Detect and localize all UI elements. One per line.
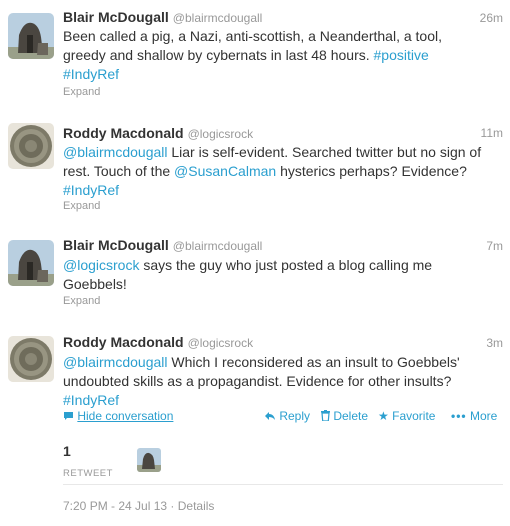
trash-icon — [321, 410, 330, 422]
tweet-meta: 7:20 PM - 24 Jul 13 · Details — [63, 499, 214, 513]
display-name[interactable]: Blair McDougall — [63, 237, 169, 253]
mention-link[interactable]: @blairmcdougall — [63, 144, 167, 160]
tweet-3[interactable]: Blair McDougall @blairmcdougall 7m @logic… — [0, 224, 510, 325]
retweet-label: RETWEET — [63, 468, 113, 479]
tweet-text-line: hysterics perhaps? Evidence? — [280, 163, 467, 179]
username[interactable]: @blairmcdougall — [173, 11, 263, 25]
delete-label: Delete — [333, 409, 369, 423]
star-icon: ★ — [378, 409, 389, 423]
delete-button[interactable]: Delete — [321, 409, 368, 423]
tweet-text: Been called a pig, a Nazi, anti-scottish… — [63, 27, 503, 84]
mention-link[interactable]: @logicsrock — [63, 257, 139, 273]
full-timestamp[interactable]: 7:20 PM - 24 Jul 13 — [63, 499, 167, 513]
details-link[interactable]: Details — [178, 499, 215, 513]
tweet-timestamp[interactable]: 3m — [486, 336, 503, 350]
tweet-text-line: undoubted skills as a propagandist. Evid… — [63, 373, 452, 389]
retweet-stats[interactable]: 1 RETWEET — [63, 443, 113, 479]
tweet-text-line: says the guy who just posted a blog call… — [143, 257, 433, 273]
username[interactable]: @logicsrock — [188, 336, 254, 350]
tweet-text-line: Goebbels! — [63, 276, 127, 292]
display-name[interactable]: Roddy Macdonald — [63, 334, 184, 350]
hide-conversation-link[interactable]: Hide conversation — [63, 409, 173, 423]
more-button[interactable]: ••• More — [451, 409, 497, 423]
hashtag-link[interactable]: #IndyRef — [63, 392, 119, 408]
more-label: More — [469, 409, 498, 423]
tweet-text-line: greedy and shallow by cybernats in last … — [63, 47, 370, 63]
divider — [63, 484, 503, 485]
favorite-button[interactable]: ★ Favorite — [378, 409, 435, 423]
mention-link[interactable]: @SusanCalman — [174, 163, 276, 179]
tweet-1[interactable]: Blair McDougall @blairmcdougall 26m Been … — [0, 0, 510, 107]
tweet-text-line: Been called a pig, a Nazi, anti-scottish… — [63, 28, 442, 44]
avatar-blair[interactable] — [8, 240, 54, 286]
hashtag-link[interactable]: #IndyRef — [63, 182, 119, 198]
tweet-text-line: rest. Touch of the — [63, 163, 171, 179]
expand-link[interactable]: Expand — [63, 295, 100, 307]
tweet-text-line: Liar is self-evident. Searched twitter b… — [171, 144, 482, 160]
hashtag-link[interactable]: #positive — [374, 47, 429, 63]
hashtag-link[interactable]: #IndyRef — [63, 66, 119, 82]
tweet-text: @blairmcdougall Liar is self-evident. Se… — [63, 143, 503, 200]
reply-icon — [265, 412, 275, 420]
tweet-timestamp[interactable]: 26m — [480, 11, 503, 25]
speech-bubble-icon — [64, 412, 73, 420]
tweet-timestamp[interactable]: 7m — [486, 239, 503, 253]
retweeter-avatar[interactable] — [137, 448, 161, 472]
reply-label: Reply — [279, 409, 311, 423]
avatar-roddy[interactable] — [8, 336, 54, 382]
expand-link[interactable]: Expand — [63, 200, 100, 212]
ellipsis-icon: ••• — [451, 409, 467, 423]
display-name[interactable]: Roddy Macdonald — [63, 125, 184, 141]
tweet-2[interactable]: Roddy Macdonald @logicsrock 11m @blairmcd… — [0, 106, 510, 225]
username[interactable]: @logicsrock — [188, 127, 254, 141]
tweet-text: @logicsrock says the guy who just posted… — [63, 256, 503, 294]
tweet-text-line: Which I reconsidered as an insult to Goe… — [171, 354, 460, 370]
username[interactable]: @blairmcdougall — [173, 239, 263, 253]
hide-conversation-label: Hide conversation — [77, 409, 174, 423]
avatar-roddy[interactable] — [8, 123, 54, 169]
reply-button[interactable]: Reply — [264, 409, 310, 423]
avatar-blair[interactable] — [8, 13, 54, 59]
display-name[interactable]: Blair McDougall — [63, 9, 169, 25]
separator-dot: · — [170, 499, 175, 513]
tweet-timestamp[interactable]: 11m — [481, 126, 503, 140]
retweet-count: 1 — [63, 443, 71, 459]
favorite-label: Favorite — [392, 409, 436, 423]
tweet-text: @blairmcdougall Which I reconsidered as … — [63, 353, 503, 410]
mention-link[interactable]: @blairmcdougall — [63, 354, 167, 370]
tweet-4[interactable]: Roddy Macdonald @logicsrock 3m @blairmcdo… — [0, 324, 510, 526]
expand-link[interactable]: Expand — [63, 86, 100, 98]
